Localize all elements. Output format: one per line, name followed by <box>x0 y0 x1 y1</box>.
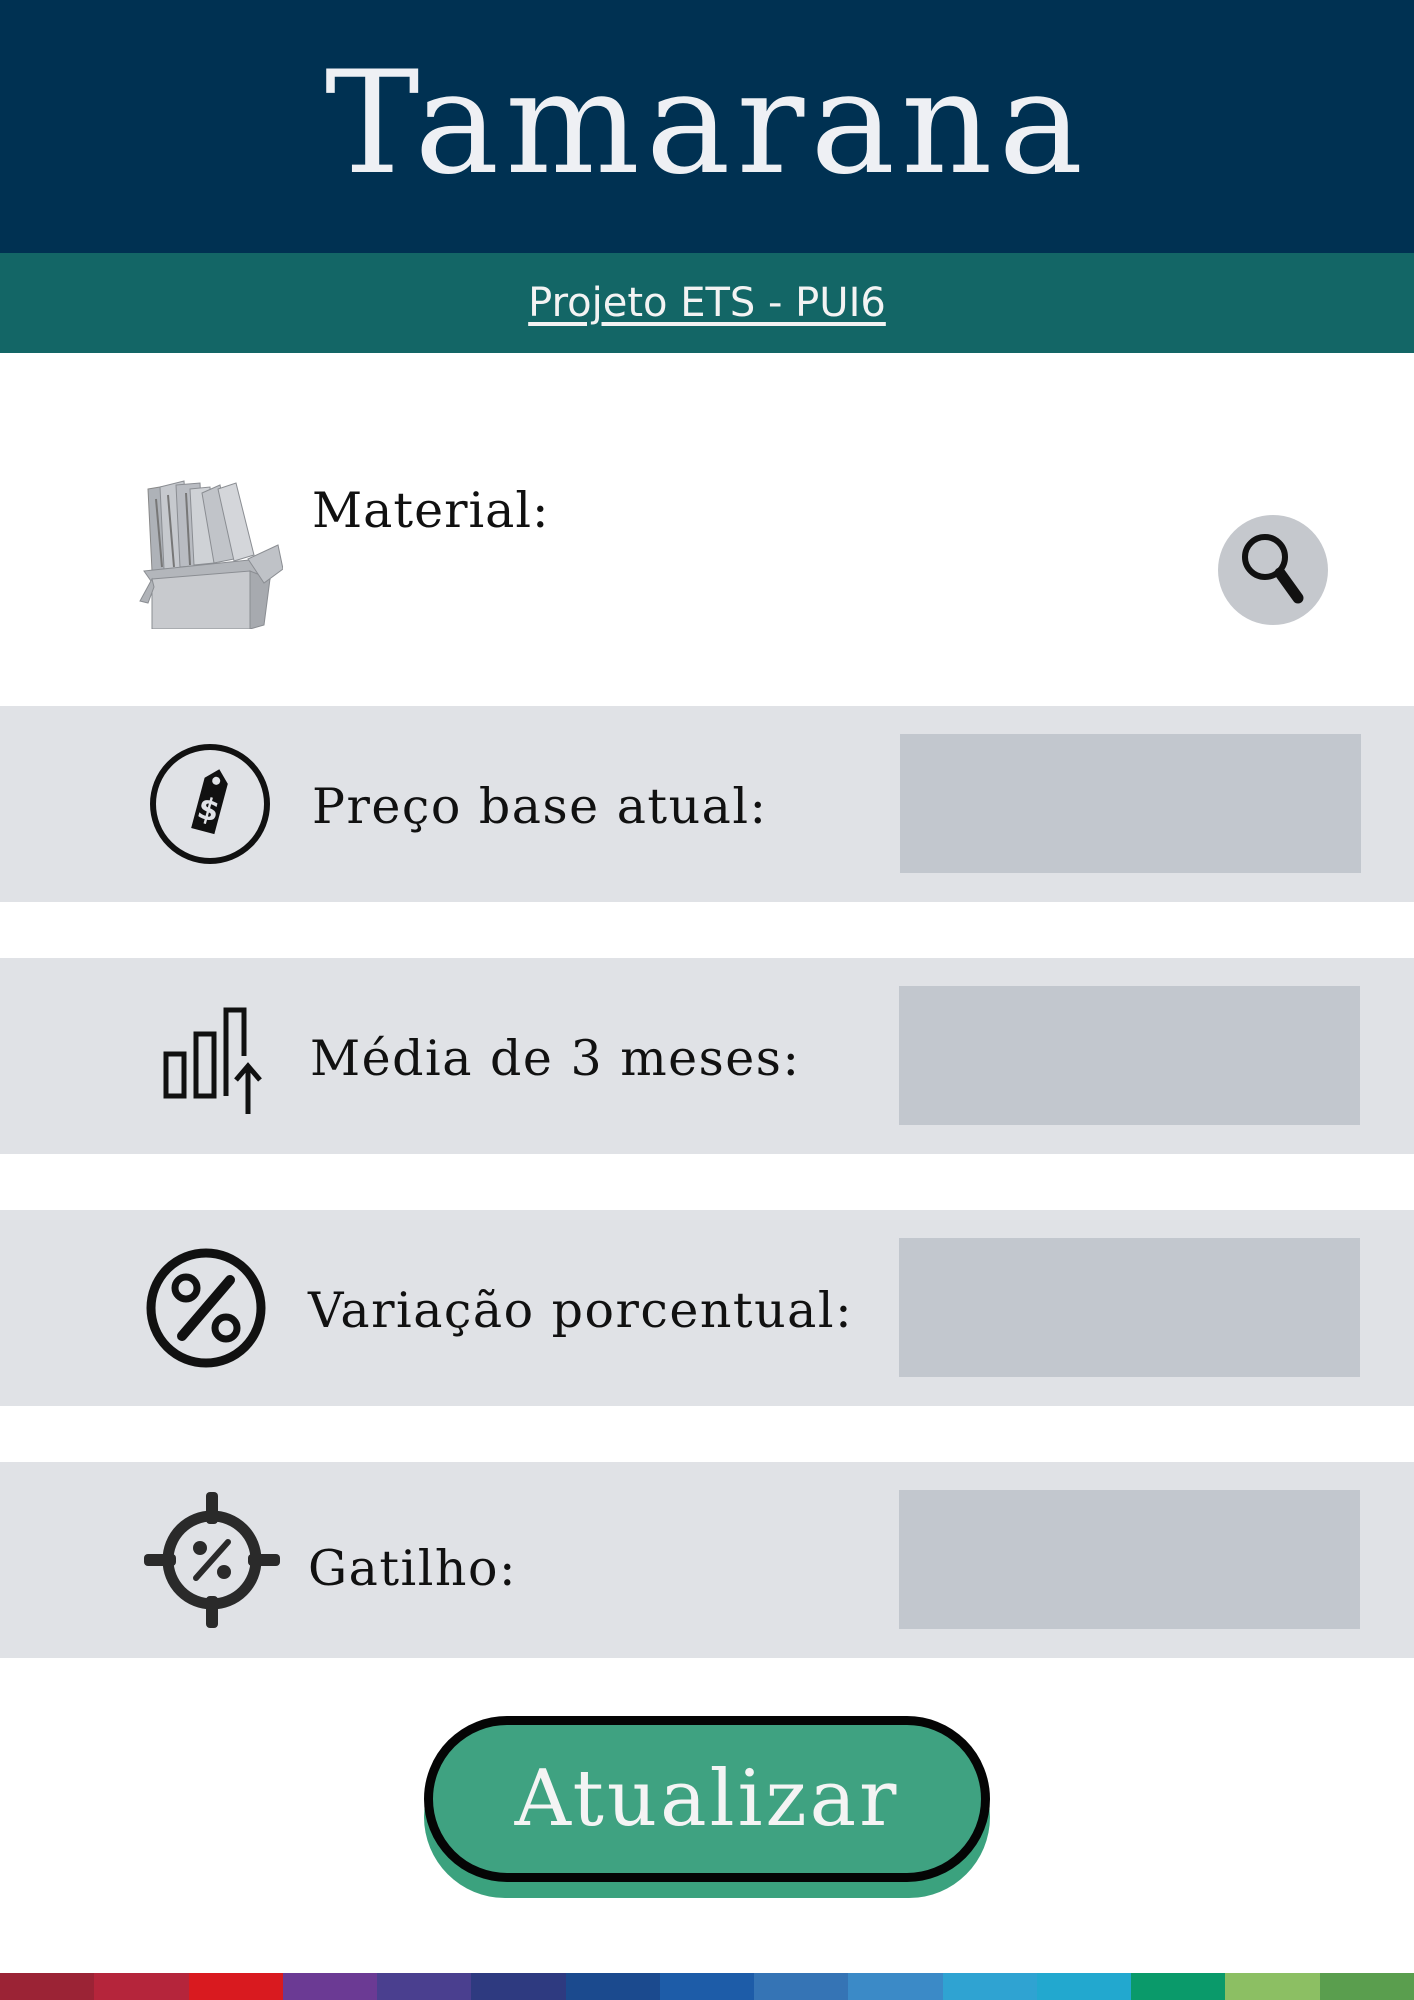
color-stripe-segment <box>659 1973 755 2000</box>
bar-chart-up-arrow-icon <box>148 994 272 1118</box>
color-stripe-segment <box>94 1973 189 2000</box>
color-stripe-segment <box>471 1973 566 2000</box>
percent-circle-icon <box>146 1246 270 1370</box>
average-label: Média de 3 meses: <box>310 1030 801 1087</box>
color-stripe-segment <box>1319 1973 1414 2000</box>
price-tag-dollar-icon: $ <box>148 742 272 866</box>
price-label: Preço base atual: <box>312 778 768 835</box>
material-row: Material: <box>0 455 1414 635</box>
variation-label: Variação porcentual: <box>308 1282 854 1339</box>
color-stripe-segment <box>848 1973 943 2000</box>
svg-text:$: $ <box>194 791 223 830</box>
color-stripe-segment <box>565 1973 660 2000</box>
update-button[interactable]: Atualizar <box>424 1716 990 1882</box>
variation-input[interactable] <box>899 1238 1360 1377</box>
average-input[interactable] <box>899 986 1360 1125</box>
target-percent-icon <box>144 1492 280 1628</box>
variation-row: Variação porcentual: <box>0 1210 1414 1406</box>
project-bar: Projeto ETS - PUI6 <box>0 253 1414 353</box>
app-title: Tamarana <box>324 40 1090 206</box>
price-input[interactable] <box>900 734 1361 873</box>
color-stripe-segment <box>282 1973 378 2000</box>
material-label: Material: <box>312 482 550 539</box>
color-stripe-segment <box>1131 1973 1226 2000</box>
trigger-label: Gatilho: <box>308 1540 517 1597</box>
project-link[interactable]: Projeto ETS - PUI6 <box>528 280 886 326</box>
search-button[interactable] <box>1218 515 1328 625</box>
color-stripe-segment <box>188 1973 283 2000</box>
color-stripe-segment <box>754 1973 849 2000</box>
color-stripe-segment <box>377 1973 472 2000</box>
color-stripe-segment <box>1225 1973 1320 2000</box>
app-header: Tamarana <box>0 0 1414 253</box>
trigger-row: Gatilho: <box>0 1462 1414 1658</box>
magnifier-icon <box>1238 530 1308 610</box>
color-stripe-segment <box>0 1973 95 2000</box>
average-row: Média de 3 meses: <box>0 958 1414 1154</box>
price-row: $ Preço base atual: <box>0 706 1414 902</box>
box-of-papers-icon <box>138 479 284 630</box>
update-button-wrap: Atualizar <box>424 1716 990 1900</box>
color-stripe <box>0 1973 1414 2000</box>
color-stripe-segment <box>1036 1973 1132 2000</box>
trigger-input[interactable] <box>899 1490 1360 1629</box>
color-stripe-segment <box>942 1973 1037 2000</box>
